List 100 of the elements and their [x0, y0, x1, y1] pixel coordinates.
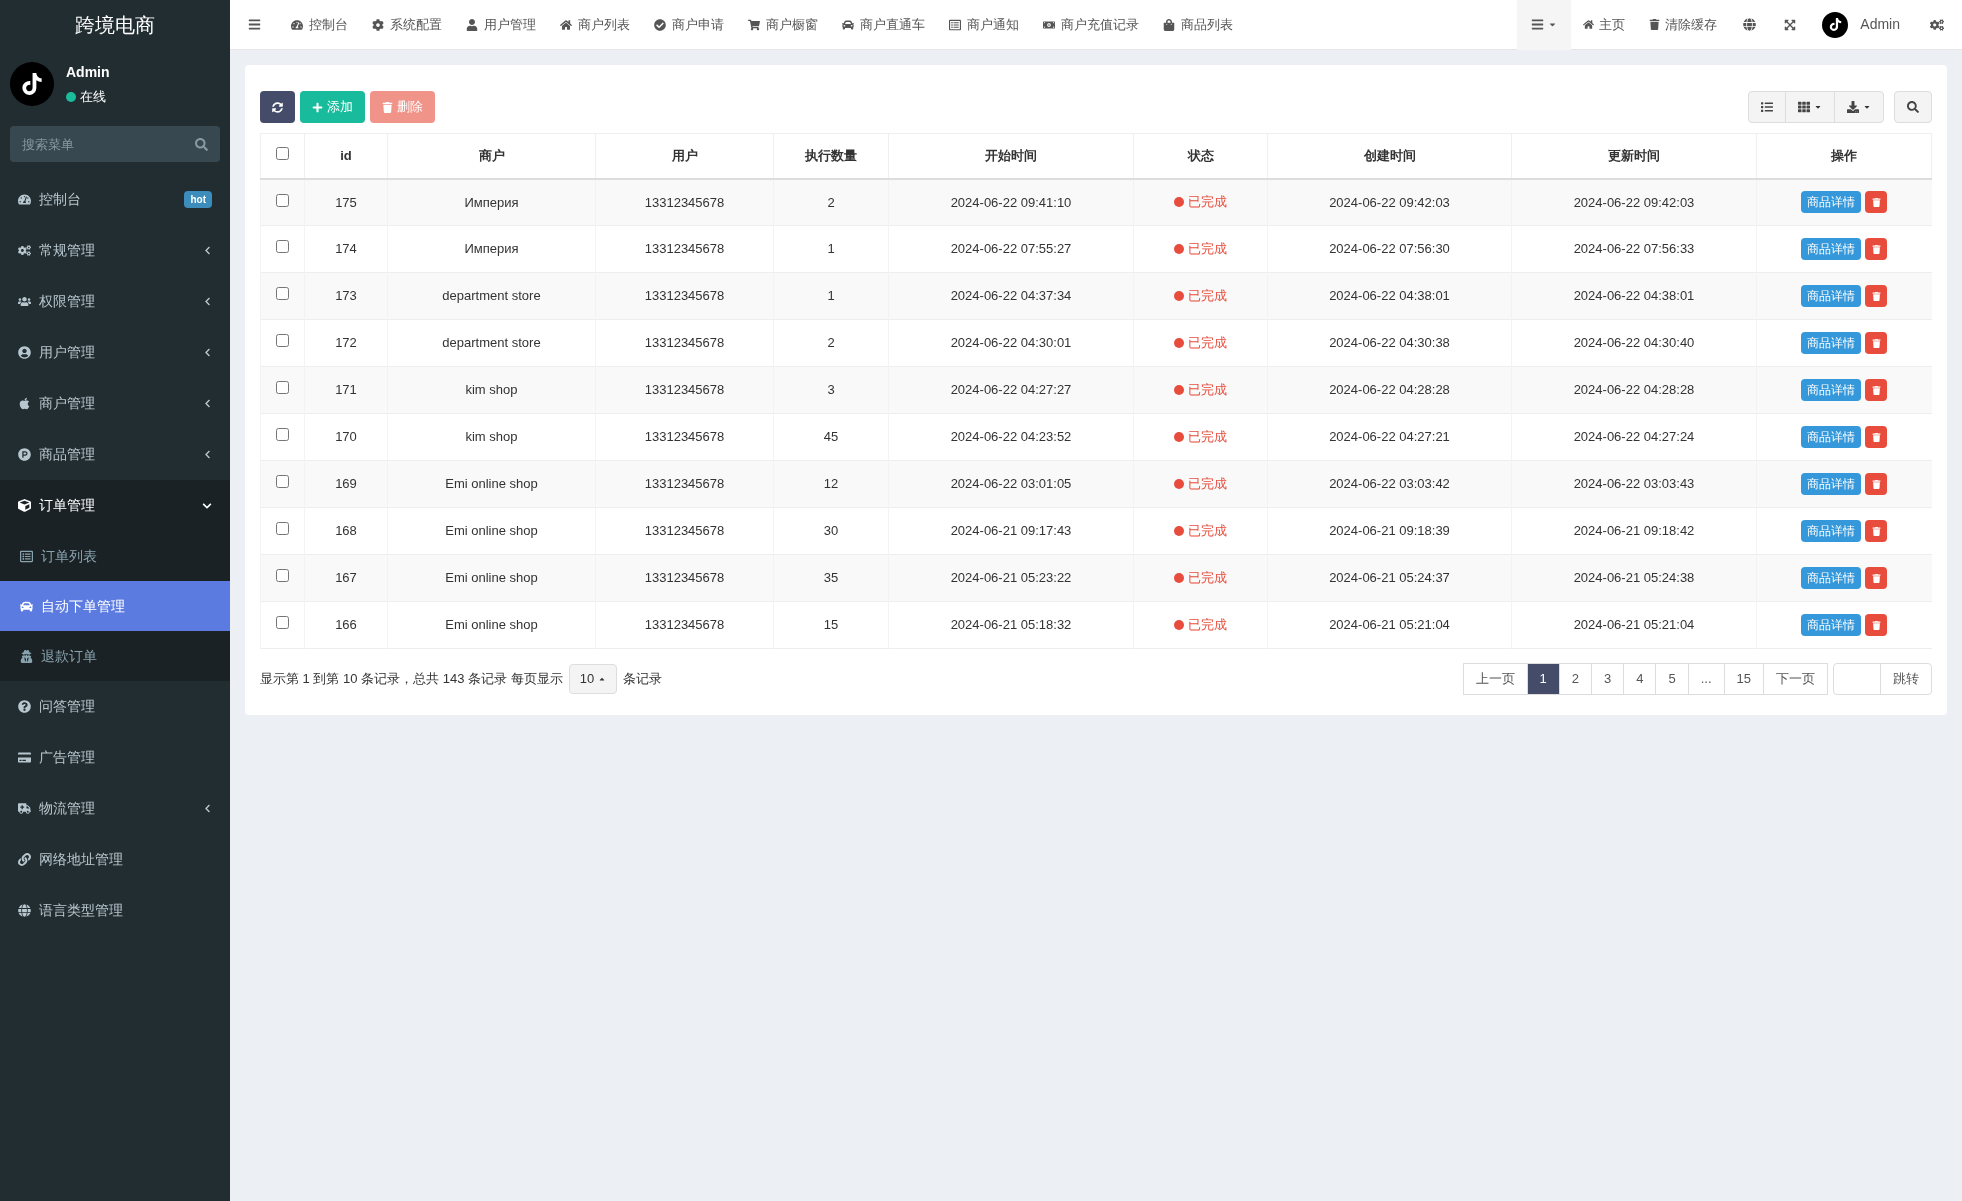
nav-tab[interactable]: 商品列表 [1151, 14, 1245, 35]
nav-tab[interactable]: 商户列表 [548, 14, 642, 35]
table-cell: 2024-06-21 09:18:42 [1573, 523, 1695, 539]
person-icon [20, 649, 33, 663]
table-cell: 2024-06-21 05:24:38 [1573, 570, 1695, 586]
row-checkbox[interactable] [276, 569, 289, 583]
sidebar-menu-item[interactable]: 权限管理 [0, 276, 230, 327]
more-menu-button[interactable] [1517, 0, 1572, 50]
delete-row-button[interactable] [1865, 191, 1888, 214]
pagination-link[interactable]: 5 [1655, 663, 1689, 695]
row-checkbox[interactable] [276, 193, 289, 207]
table-cell: 1 [827, 288, 835, 304]
delete-row-button[interactable] [1865, 332, 1888, 354]
pagination-link[interactable]: 1 [1526, 663, 1560, 695]
refresh-button[interactable] [260, 91, 295, 123]
user-icon [466, 18, 478, 31]
delete-row-button[interactable] [1865, 520, 1888, 542]
page-size-dropdown[interactable]: 10 [568, 664, 618, 694]
sidebar-menu-item[interactable]: 用户管理 [0, 327, 230, 378]
delete-row-button[interactable] [1865, 285, 1888, 307]
nav-tab[interactable]: 商户橱窗 [736, 14, 830, 35]
table-cell: 2024-06-22 04:23:52 [950, 429, 1072, 445]
nav-tab[interactable]: 商户申请 [642, 14, 736, 35]
pagination-link[interactable]: 3 [1591, 663, 1625, 695]
row-checkbox[interactable] [276, 428, 289, 442]
nav-tab[interactable]: 商户通知 [937, 14, 1031, 35]
nav-tab[interactable]: 商户直通车 [830, 14, 937, 35]
table-cell: 2024-06-22 04:38:01 [1329, 288, 1450, 304]
sidebar-menu-item[interactable]: 语言类型管理 [0, 885, 230, 936]
search-icon[interactable] [195, 138, 208, 151]
admin-user-link[interactable]: Admin [1860, 14, 1900, 35]
nav-tab[interactable]: 系统配置 [360, 14, 454, 35]
row-checkbox[interactable] [276, 616, 289, 630]
sidebar-menu-item[interactable]: 控制台 hot [0, 174, 230, 225]
sidebar-menu-item[interactable]: 网络地址管理 [0, 834, 230, 885]
sidebar-submenu-item[interactable]: 退款订单 [0, 631, 230, 681]
user-status: 在线 [80, 87, 106, 106]
delete-row-button[interactable] [1865, 567, 1888, 589]
status-text: 已完成 [1188, 427, 1227, 446]
caret-icon [1863, 103, 1871, 111]
sidebar-menu-item[interactable]: 物流管理 [0, 783, 230, 834]
table-cell: 13312345678 [644, 288, 725, 304]
nav-link[interactable]: 清除缓存 [1637, 14, 1730, 35]
dashboard-icon [18, 193, 31, 206]
records-suffix: 条记录 [623, 670, 663, 689]
pagination-link[interactable]: 2 [1558, 663, 1592, 695]
jump-button[interactable]: 跳转 [1880, 663, 1932, 695]
table-cell: 2024-06-21 09:17:43 [950, 523, 1072, 539]
table-cell: 2024-06-22 07:56:33 [1573, 241, 1695, 257]
pagination-link[interactable]: ... [1687, 663, 1725, 695]
pagination-link[interactable]: 15 [1723, 663, 1764, 695]
bag-icon [1163, 18, 1175, 31]
delete-row-button[interactable] [1865, 379, 1888, 401]
car-icon [842, 18, 854, 31]
menu-icon[interactable] [248, 18, 261, 31]
row-checkbox[interactable] [276, 240, 289, 254]
row-checkbox[interactable] [276, 381, 289, 395]
search-icon [1907, 101, 1919, 113]
delete-row-button[interactable] [1865, 426, 1888, 448]
status-text: 已完成 [1188, 239, 1227, 258]
delete-row-button[interactable] [1865, 238, 1888, 260]
delete-row-button[interactable] [1865, 473, 1888, 495]
sidebar-menu-item[interactable]: 常规管理 [0, 225, 230, 276]
gears-icon [18, 244, 31, 257]
nav-tab[interactable]: 商户充值记录 [1031, 14, 1151, 35]
row-checkbox[interactable] [276, 287, 289, 301]
trash-icon [1871, 620, 1881, 630]
sidebar-menu-item[interactable]: 商户管理 [0, 378, 230, 429]
delete-row-button[interactable] [1865, 614, 1888, 636]
row-checkbox[interactable] [276, 475, 289, 489]
nav-tab[interactable]: 用户管理 [454, 14, 548, 35]
row-checkbox[interactable] [276, 334, 289, 348]
table-cell: kim shop [465, 382, 518, 398]
sidebar-menu-item[interactable]: 商品管理 [0, 429, 230, 480]
table-cell: 13312345678 [644, 194, 725, 210]
page-jump-field[interactable] [1833, 663, 1881, 695]
sidebar-menu-item[interactable]: 订单管理 [0, 480, 230, 531]
menu-search-field[interactable]: 搜索菜单 [10, 126, 220, 162]
row-checkbox[interactable] [276, 522, 289, 536]
home-icon [1583, 19, 1595, 30]
sidebar-menu-item[interactable]: 广告管理 [0, 732, 230, 783]
fullscreen-icon[interactable] [1784, 18, 1797, 31]
records-summary: 显示第 1 到第 10 条记录，总共 143 条记录 每页显示 [260, 670, 563, 689]
search-button[interactable] [1894, 91, 1932, 123]
pagination-link[interactable]: 4 [1623, 663, 1657, 695]
brand-title[interactable]: 跨境电商 [75, 10, 155, 40]
nav-link[interactable]: 主页 [1571, 14, 1638, 35]
sidebar-submenu-item[interactable]: 自动下单管理 [0, 581, 230, 631]
globe-icon[interactable] [1743, 18, 1757, 31]
globe-icon [18, 904, 31, 917]
sidebar-submenu-item[interactable]: 订单列表 [0, 531, 230, 581]
pagination-link[interactable]: 下一页 [1763, 663, 1828, 695]
trash-icon [1871, 526, 1881, 536]
settings-icon[interactable] [1930, 17, 1944, 32]
pagination-link[interactable]: 上一页 [1462, 663, 1528, 695]
sidebar-menu-item[interactable]: 问答管理 [0, 681, 230, 732]
nav-tab[interactable]: 控制台 [279, 14, 360, 35]
select-all-checkbox[interactable] [276, 147, 289, 160]
table-cell: 2024-06-22 03:03:42 [1329, 476, 1450, 492]
settings-icon [372, 18, 384, 31]
